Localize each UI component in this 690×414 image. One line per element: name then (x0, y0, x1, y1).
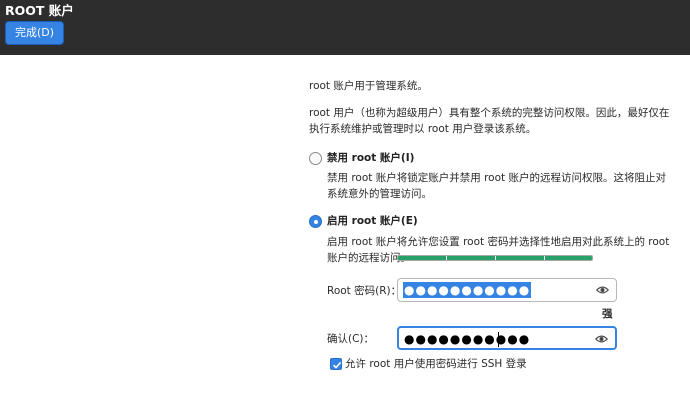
disable-root-label[interactable]: 禁用 root 账户(I) (327, 150, 414, 166)
root-password-input[interactable]: ●●●●●●●●●●● (397, 278, 617, 302)
ssh-login-label[interactable]: 允许 root 用户使用密码进行 SSH 登录 (345, 356, 527, 372)
text-cursor (498, 332, 499, 347)
confirm-password-value: ●●●●●●●●●●● (404, 332, 531, 346)
header-bar: ROOT 账户 完成(D) (0, 0, 690, 55)
root-password-label: Root 密码(R)： (327, 285, 402, 297)
disable-root-radio[interactable] (309, 152, 322, 165)
intro-desc-line1: root 用户（也称为超级用户）具有整个系统的完整访问权限。因此，最好仅在 (309, 107, 670, 119)
page-title: ROOT 账户 (5, 3, 74, 18)
enable-root-radio[interactable] (309, 215, 322, 228)
confirm-password-label: 确认(C)： (327, 333, 375, 345)
password-strength-bar (397, 255, 593, 261)
intro-desc-line2: 执行系统维护或管理时以 root 用户登录该系统。 (309, 123, 537, 135)
checkmark-icon (332, 361, 342, 369)
ssh-login-checkbox[interactable] (330, 358, 342, 370)
password-strength-label: 强 (602, 308, 613, 320)
root-password-value: ●●●●●●●●●●● (403, 282, 532, 298)
intro-text: root 账户用于管理系统。 (309, 80, 428, 92)
confirm-password-input[interactable]: ●●●●●●●●●●● (397, 326, 617, 350)
enable-root-desc-line1: 启用 root 账户将允许您设置 root 密码并选择性地启用对此系统上的 ro… (327, 236, 670, 248)
disable-root-desc-line1: 禁用 root 账户将锁定账户并禁用 root 账户的远程访问权限。这将阻止对 (327, 172, 666, 184)
done-button[interactable]: 完成(D) (5, 21, 64, 45)
eye-icon[interactable] (595, 334, 608, 344)
enable-root-label[interactable]: 启用 root 账户(E) (327, 213, 418, 229)
disable-root-desc-line2: 系统意外的管理访问。 (327, 188, 432, 200)
eye-icon[interactable] (596, 285, 609, 295)
